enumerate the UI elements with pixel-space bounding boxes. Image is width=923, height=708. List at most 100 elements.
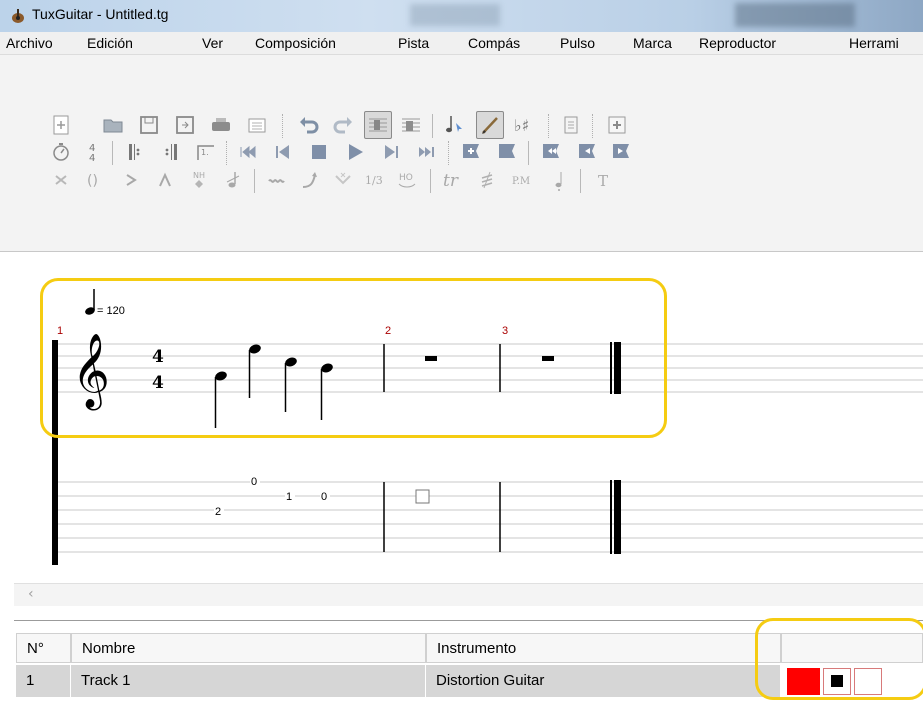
text-icon[interactable]: T (590, 167, 616, 193)
new-file-icon[interactable] (48, 112, 74, 138)
stop-icon[interactable] (306, 139, 332, 165)
menu-archivo[interactable]: Archivo (6, 35, 53, 51)
time-signature-icon[interactable]: 44 (80, 139, 106, 165)
track-number[interactable]: 1 (16, 665, 71, 697)
menu-herramientas[interactable]: Herrami (849, 35, 899, 51)
highlight-track-controls (755, 618, 923, 700)
tab-number[interactable]: 2 (215, 506, 221, 518)
dead-note-icon[interactable] (48, 167, 74, 193)
edit-caret[interactable] (415, 489, 430, 504)
tremolo-bar-icon[interactable] (330, 167, 356, 193)
menu-edicion[interactable]: Edición (87, 35, 133, 51)
song-properties-icon[interactable] (558, 112, 584, 138)
hammer-on-icon[interactable]: HO (394, 167, 420, 193)
svg-text:♭♯: ♭♯ (514, 116, 529, 135)
svg-text:(): () (87, 173, 98, 189)
tuxguitar-app-icon (12, 9, 24, 23)
select-note-icon[interactable] (442, 112, 468, 138)
svg-text:NH: NH (193, 171, 205, 180)
background-blur (410, 4, 500, 26)
toolbar-separator (448, 141, 450, 165)
svg-text:1/3: 1/3 (365, 174, 383, 187)
svg-text:P.M: P.M (512, 176, 530, 187)
previous-measure-icon[interactable] (270, 139, 296, 165)
tab-number[interactable]: 0 (321, 491, 327, 503)
save-as-icon[interactable] (172, 112, 198, 138)
window-title: TuxGuitar - Untitled.tg (32, 6, 169, 22)
menu-reproductor[interactable]: Reproductor (699, 35, 776, 51)
edit-score-icon[interactable] (364, 111, 392, 139)
tab-number[interactable]: 1 (286, 491, 292, 503)
tablature-staff (52, 481, 923, 553)
svg-text:4: 4 (89, 153, 95, 164)
first-marker-icon[interactable] (538, 139, 564, 165)
marker-list-icon[interactable] (494, 139, 520, 165)
track-name[interactable]: Track 1 (71, 665, 426, 697)
play-icon[interactable] (342, 139, 368, 165)
svg-text:1.: 1. (201, 148, 209, 157)
menu-bar: Archivo Edición Ver Composición Pista Co… (0, 32, 923, 55)
accentuated-note-icon[interactable] (118, 167, 144, 193)
tab-number[interactable]: 0 (251, 476, 257, 488)
first-measure-icon[interactable] (234, 139, 260, 165)
print-icon[interactable] (208, 112, 234, 138)
natural-harmonic-icon[interactable]: NH (186, 167, 212, 193)
toolbar-separator (254, 169, 255, 193)
trill-icon[interactable]: tr (440, 167, 466, 193)
column-header-number[interactable]: N° (16, 633, 71, 663)
print-preview-icon[interactable] (244, 112, 270, 138)
toolbar-separator (528, 141, 529, 165)
heavy-accent-icon[interactable] (152, 167, 178, 193)
transpose-icon[interactable] (604, 112, 630, 138)
open-folder-icon[interactable] (100, 112, 126, 138)
staccato-icon[interactable] (546, 167, 572, 193)
track-instrument[interactable]: Distortion Guitar (426, 665, 781, 697)
next-measure-icon[interactable] (378, 139, 404, 165)
menu-pista[interactable]: Pista (398, 35, 429, 51)
ghost-note-icon[interactable]: () (82, 167, 108, 193)
accidental-icon[interactable]: ♭♯ (510, 112, 536, 138)
svg-text:T: T (598, 172, 608, 190)
vibrato-icon[interactable] (264, 167, 290, 193)
svg-text:tr: tr (443, 171, 459, 191)
palm-mute-icon[interactable]: P.M (510, 167, 536, 193)
pencil-icon[interactable] (476, 111, 504, 139)
scroll-left-icon[interactable]: ‹ (28, 586, 34, 602)
menu-ver[interactable]: Ver (202, 35, 223, 51)
tremolo-picking-icon[interactable] (474, 167, 500, 193)
final-barline-thick (614, 480, 621, 554)
toolbar-separator (112, 141, 113, 165)
grace-note-icon[interactable] (220, 167, 246, 193)
toolbar-separator (548, 114, 550, 138)
highlight-score-region (40, 278, 667, 438)
menu-pulso[interactable]: Pulso (560, 35, 595, 51)
bend-icon[interactable] (298, 167, 324, 193)
toolbar-separator (432, 114, 433, 138)
menu-compas[interactable]: Compás (468, 35, 520, 51)
metronome-icon[interactable] (48, 139, 74, 165)
menu-marca[interactable]: Marca (633, 35, 672, 51)
redo-icon[interactable] (330, 112, 356, 138)
toolbar-separator (592, 114, 594, 138)
edit-tab-icon[interactable] (398, 112, 424, 138)
menu-composicion[interactable]: Composición (255, 35, 336, 51)
svg-text:HO: HO (399, 173, 413, 183)
alternative-ending-icon[interactable]: 1. (192, 139, 218, 165)
toolbar: ♭♯ 44 1. () NH 1/3 HO tr P.M T (0, 55, 923, 252)
final-barline-thin (610, 480, 612, 554)
add-marker-icon[interactable] (458, 139, 484, 165)
next-marker-icon[interactable] (608, 139, 634, 165)
repeat-open-icon[interactable] (122, 139, 148, 165)
undo-icon[interactable] (296, 112, 322, 138)
column-header-name[interactable]: Nombre (71, 633, 426, 663)
last-measure-icon[interactable] (414, 139, 440, 165)
horizontal-scrollbar[interactable]: ‹ (14, 583, 923, 606)
column-header-instrument[interactable]: Instrumento (426, 633, 781, 663)
title-bar: TuxGuitar - Untitled.tg (0, 0, 923, 32)
repeat-close-icon[interactable] (158, 139, 184, 165)
save-icon[interactable] (136, 112, 162, 138)
toolbar-separator (580, 169, 581, 193)
previous-marker-icon[interactable] (574, 139, 600, 165)
triplet-feel-icon[interactable]: 1/3 (362, 167, 388, 193)
toolbar-separator (430, 169, 431, 193)
